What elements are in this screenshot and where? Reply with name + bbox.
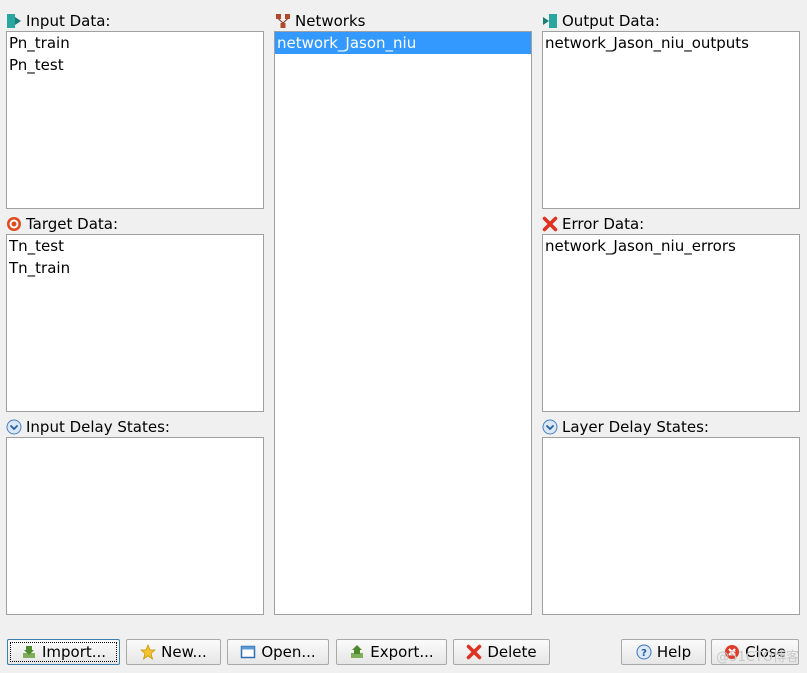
window-icon: [240, 644, 256, 660]
error-data-label: Error Data:: [542, 214, 644, 234]
networks-list[interactable]: network_Jason_niu: [274, 31, 532, 615]
import-button[interactable]: Import...: [7, 639, 120, 665]
input-delay-states-list[interactable]: [6, 437, 264, 615]
import-arrow-icon: [6, 13, 22, 29]
target-icon: [6, 216, 22, 232]
layer-delay-states-list[interactable]: [542, 437, 800, 615]
delete-button[interactable]: Delete: [453, 639, 550, 665]
input-data-list[interactable]: Pn_train Pn_test: [6, 31, 264, 209]
star-icon: [140, 643, 157, 660]
layer-delay-states-label: Layer Delay States:: [542, 417, 709, 437]
target-data-list[interactable]: Tn_test Tn_train: [6, 234, 264, 412]
list-item[interactable]: Tn_test: [7, 235, 263, 257]
network-nodes-icon: [275, 13, 291, 29]
help-icon: ?: [636, 644, 652, 660]
list-item[interactable]: Pn_train: [7, 32, 263, 54]
input-delay-states-label: Input Delay States:: [6, 417, 170, 437]
import-icon: [21, 644, 37, 660]
close-icon: [724, 644, 740, 660]
input-data-label: Input Data:: [6, 11, 110, 31]
output-data-label: Output Data:: [542, 11, 660, 31]
close-button[interactable]: Close: [711, 639, 799, 665]
new-button[interactable]: New...: [126, 639, 221, 665]
chevron-circle-icon: [6, 419, 22, 435]
export-button[interactable]: Export...: [336, 639, 447, 665]
list-item[interactable]: network_Jason_niu: [275, 32, 531, 54]
open-button[interactable]: Open...: [227, 639, 329, 665]
chevron-circle-icon: [542, 419, 558, 435]
help-button[interactable]: ? Help: [621, 639, 706, 665]
list-item[interactable]: network_Jason_niu_errors: [543, 235, 799, 257]
list-item[interactable]: network_Jason_niu_outputs: [543, 32, 799, 54]
error-data-list[interactable]: network_Jason_niu_errors: [542, 234, 800, 412]
networks-label: Networks: [275, 11, 365, 31]
target-data-label: Target Data:: [6, 214, 118, 234]
list-item[interactable]: Tn_train: [7, 257, 263, 279]
export-arrow-icon: [542, 13, 558, 29]
export-icon: [349, 644, 365, 660]
output-data-list[interactable]: network_Jason_niu_outputs: [542, 31, 800, 209]
red-x-icon: [542, 216, 558, 232]
svg-text:?: ?: [641, 648, 647, 659]
delete-x-icon: [466, 644, 482, 660]
list-item[interactable]: Pn_test: [7, 54, 263, 76]
